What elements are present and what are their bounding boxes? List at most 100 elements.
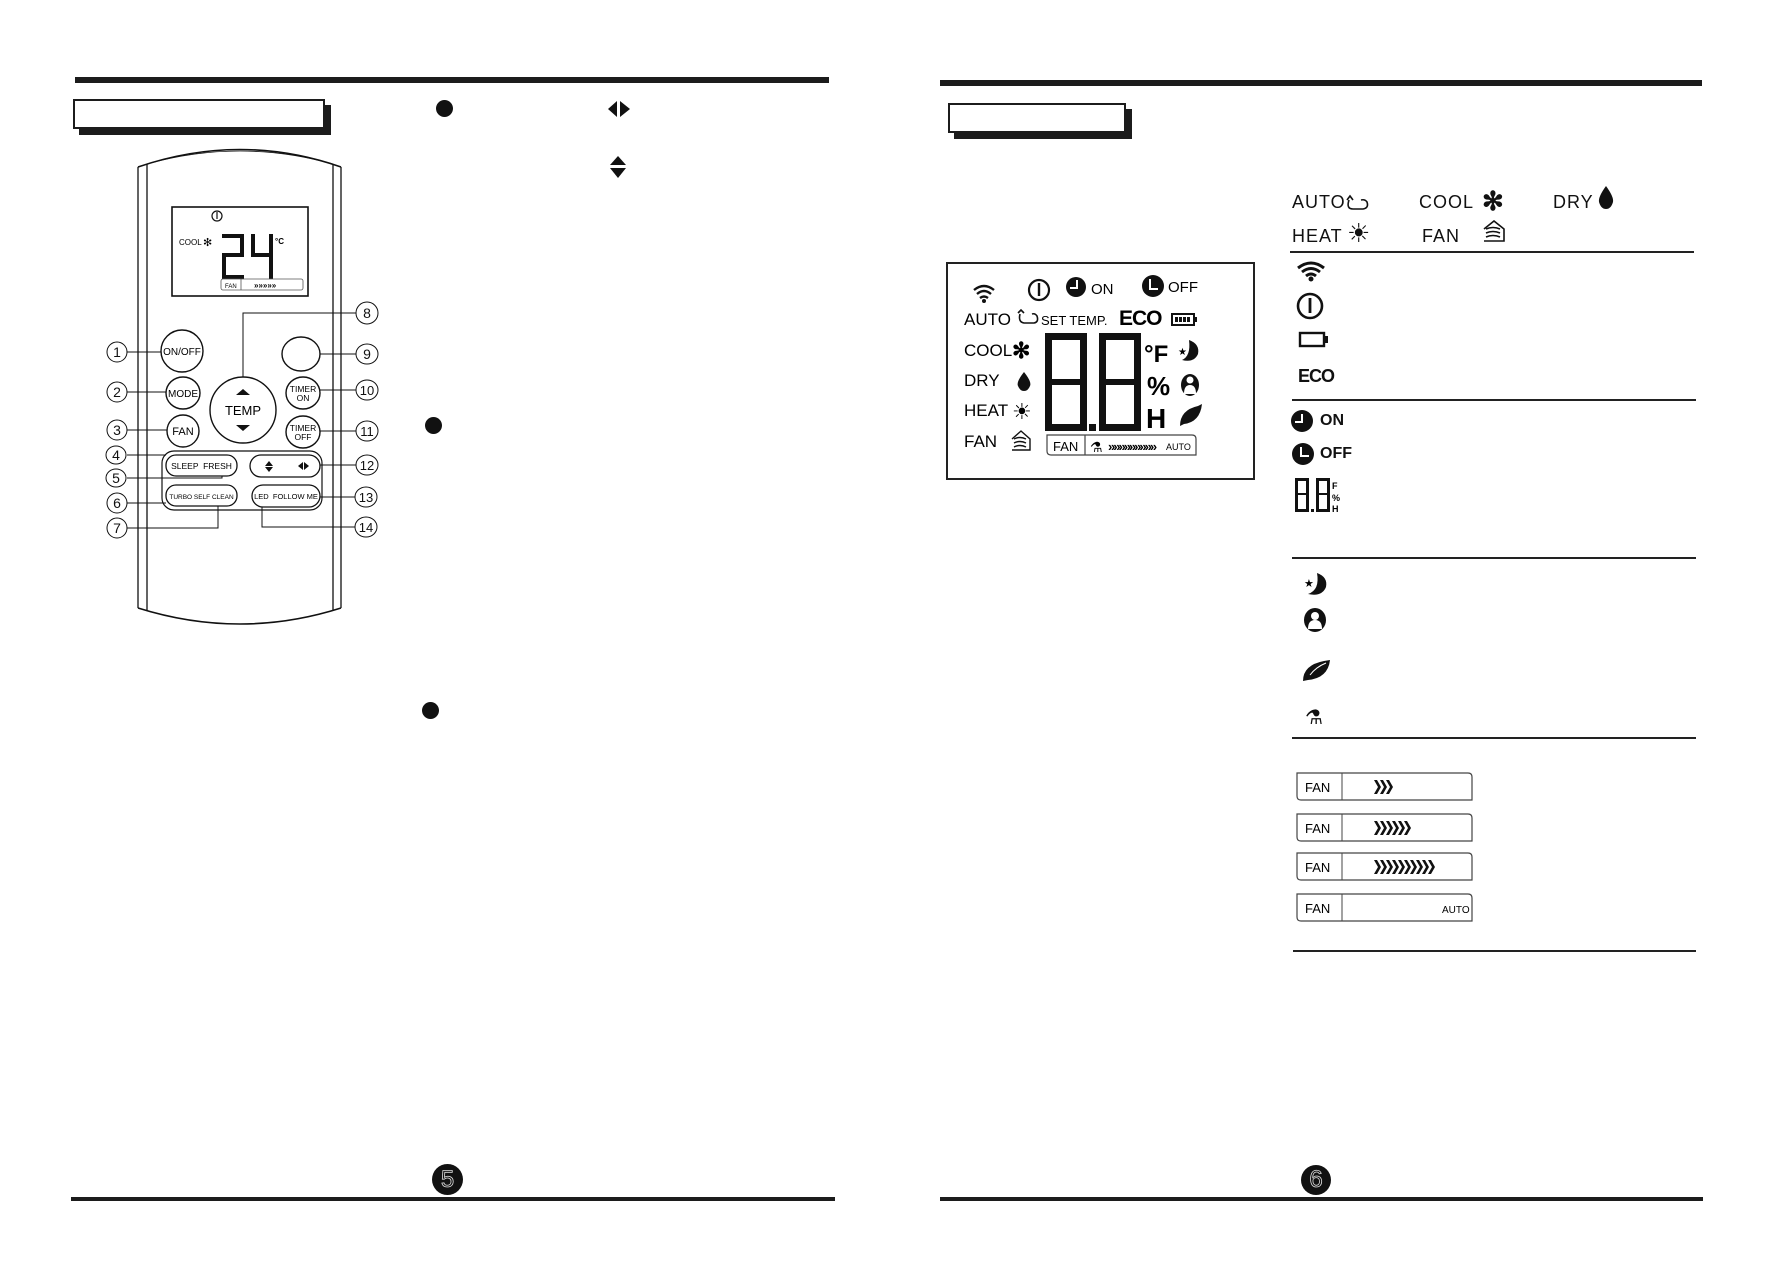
fan-speed-bar-auto: FAN AUTO: [1296, 893, 1473, 922]
legend-timer-off: OFF: [1320, 445, 1352, 462]
power-icon: [1296, 292, 1324, 320]
fan-speed-bar-high: FAN: [1296, 852, 1473, 881]
snowflake-icon: ✻: [1012, 338, 1030, 363]
clock-icon: [1292, 443, 1314, 465]
auto-cycle-icon: [1346, 194, 1369, 210]
right-footer-rule: [940, 1197, 1703, 1201]
svg-text:OFF: OFF: [295, 432, 312, 442]
lcd-mode-fan: FAN: [964, 432, 997, 451]
callout-7: 7: [113, 520, 121, 536]
fan-speed-label: FAN: [1305, 860, 1330, 875]
fan-speed-arrow: [1374, 821, 1381, 835]
callout-14: 14: [359, 520, 373, 535]
remote-lcd-unit: °C: [275, 237, 284, 246]
svg-text:AUTO: AUTO: [1166, 442, 1191, 452]
svg-text:%: %: [1332, 493, 1340, 503]
callout-1: 1: [113, 344, 121, 360]
callout-2: 2: [113, 384, 121, 400]
droplet-icon: [1017, 372, 1031, 391]
power-icon: [1027, 278, 1051, 302]
self-clean-icon: ⚗: [1305, 707, 1323, 729]
callout-8: 8: [363, 305, 371, 321]
sleep-moon-icon: ★: [1304, 573, 1327, 595]
remote-lcd-fan-speed: »»»»»: [254, 281, 277, 290]
fan-speed-arrow: [1404, 821, 1411, 835]
remote-lcd-fan-label: FAN: [225, 284, 237, 290]
lcd-mode-cool: COOL: [964, 341, 1012, 360]
fan-speed-auto-label: AUTO: [1442, 905, 1470, 916]
svg-text:ON: ON: [297, 393, 310, 403]
wifi-icon: [973, 284, 995, 299]
lcd-set-temp-label: SET TEMP.: [1041, 313, 1107, 328]
legend-divider: [1292, 557, 1696, 559]
legend-mode-heat: HEAT: [1292, 226, 1343, 246]
on-off-button[interactable]: ON/OFF: [160, 329, 204, 373]
callout-3: 3: [113, 422, 121, 438]
legend-divider: [1293, 950, 1696, 952]
button-9[interactable]: [281, 336, 321, 372]
svg-text:ON/OFF: ON/OFF: [163, 347, 201, 358]
fan-speed-label: FAN: [1305, 780, 1330, 795]
left-footer-rule: [71, 1197, 835, 1201]
lcd-mode-heat: HEAT: [964, 401, 1008, 420]
timer-off-button[interactable]: TIMER OFF: [285, 415, 321, 449]
up-down-swing-icon: [610, 156, 626, 178]
turbo-self-clean-button[interactable]: TURBO SELF CLEAN: [165, 484, 238, 507]
sleep-moon-icon: ★: [1178, 340, 1199, 361]
fan-speed-arrow: [1410, 860, 1417, 874]
legend-timer-on: ON: [1320, 412, 1344, 429]
lcd-timer-off-label: OFF: [1168, 279, 1198, 296]
swing-button[interactable]: [249, 454, 321, 478]
fan-speed-arrow: [1386, 821, 1393, 835]
callout-10: 10: [360, 383, 374, 398]
house-fan-icon: [1483, 220, 1505, 242]
right-page-number: 6: [1301, 1165, 1331, 1195]
callout-6: 6: [113, 495, 121, 511]
fan-speed-arrow: [1398, 860, 1405, 874]
legend-mode-fan: FAN: [1422, 226, 1461, 246]
follow-me-person-icon: [1181, 374, 1199, 396]
svg-text:»»»»»»»»»: »»»»»»»»»: [1108, 439, 1157, 454]
fan-speed-arrow: [1398, 821, 1405, 835]
mode-button[interactable]: MODE: [165, 376, 201, 410]
callout-12: 12: [360, 458, 374, 473]
sun-icon: ☀: [1012, 399, 1032, 424]
fan-speed-arrow: [1392, 860, 1399, 874]
fan-speed-arrow: [1404, 860, 1411, 874]
timer-on-clock-icon: [1066, 277, 1086, 297]
lcd-mode-auto: AUTO: [964, 310, 1011, 329]
bullet-icon: [422, 702, 439, 719]
fan-speed-arrow: [1422, 860, 1429, 874]
fan-button[interactable]: FAN: [166, 414, 200, 448]
fan-speed-arrow: [1380, 821, 1387, 835]
left-header-rule: [75, 77, 829, 83]
svg-text:★: ★: [1178, 347, 1187, 358]
legend-mode-cool: COOL: [1419, 192, 1475, 212]
droplet-icon: [1598, 186, 1614, 209]
temp-button[interactable]: TEMP: [209, 376, 277, 444]
left-page-number: 5: [432, 1164, 463, 1195]
lcd-humidity-h: H: [1146, 403, 1166, 434]
fan-speed-label: FAN: [1305, 821, 1330, 836]
fresh-leaf-icon: [1180, 404, 1202, 426]
lcd-mode-dry: DRY: [964, 371, 1000, 390]
left-right-swing-icon: [608, 101, 630, 117]
led-follow-me-button[interactable]: LED FOLLOW ME: [251, 484, 321, 508]
svg-text:F: F: [1332, 481, 1338, 491]
remote-lcd-mode: COOL: [179, 238, 202, 247]
house-fan-icon: [1011, 430, 1031, 451]
callout-9: 9: [363, 346, 371, 362]
eco-icon: ECO: [1119, 307, 1162, 330]
clock-icon: [1291, 410, 1313, 432]
timer-on-button[interactable]: TIMER ON: [285, 376, 321, 410]
svg-text:MODE: MODE: [168, 389, 198, 400]
fan-speed-arrow: [1386, 780, 1393, 794]
self-clean-icon: ⚗: [1090, 439, 1103, 455]
legend-mode-auto: AUTO: [1292, 192, 1346, 212]
legend-divider: [1292, 737, 1696, 739]
sleep-fresh-button[interactable]: SLEEP FRESH: [165, 454, 238, 477]
bullet-icon: [436, 100, 453, 117]
callout-5: 5: [112, 470, 120, 486]
right-header-rule: [940, 80, 1702, 86]
snowflake-icon: ✻: [203, 237, 212, 249]
